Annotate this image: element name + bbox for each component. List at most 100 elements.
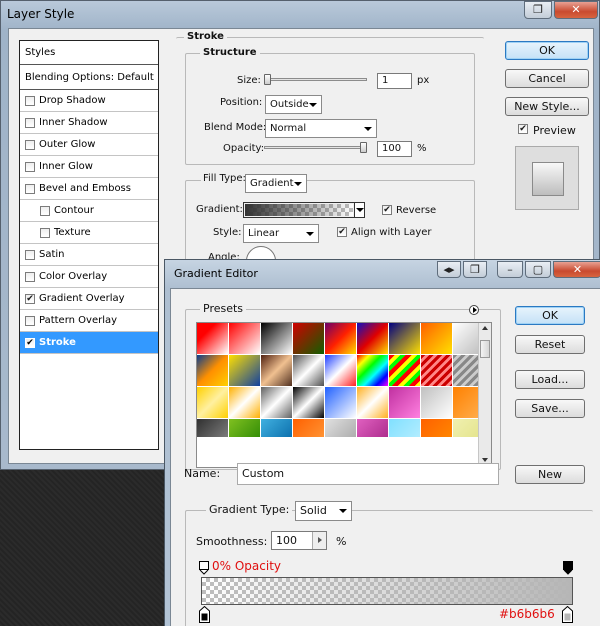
effect-item-pattern-overlay[interactable]: Pattern Overlay [20,310,158,332]
opacity-slider-thumb[interactable] [360,142,367,153]
effect-checkbox[interactable] [25,183,35,194]
blend-mode-select[interactable]: Normal [265,119,377,138]
preset-swatch[interactable] [261,387,293,419]
smoothness-stepper[interactable] [312,532,326,549]
effect-checkbox[interactable] [25,161,35,172]
preset-swatch[interactable] [421,387,453,419]
preset-swatch[interactable] [293,387,325,419]
preset-swatch[interactable] [229,387,261,419]
preset-swatch[interactable] [229,323,261,355]
effect-item-contour[interactable]: Contour [20,200,158,222]
effect-item-drop-shadow[interactable]: Drop Shadow [20,90,158,112]
effect-item-satin[interactable]: Satin [20,244,158,266]
size-slider-thumb[interactable] [264,74,271,85]
preset-swatch[interactable] [389,387,421,419]
preset-swatch[interactable] [357,355,389,387]
preset-swatch[interactable] [421,355,453,387]
size-input[interactable]: 1 [377,73,412,89]
effect-item-stroke[interactable]: ✔ Stroke [20,332,158,354]
ok-button[interactable]: OK [505,41,589,60]
fill-type-select[interactable]: Gradient [245,174,307,193]
preset-swatch[interactable] [197,387,229,419]
style-select[interactable]: Linear [243,224,319,243]
name-input[interactable]: Custom [237,463,499,485]
presets-scrollbar[interactable] [478,323,491,467]
gradient-dropdown-button[interactable] [354,203,364,217]
effect-checkbox[interactable] [25,315,35,326]
save-button[interactable]: Save... [515,399,585,418]
effect-checkbox[interactable] [25,95,35,106]
effect-checkbox[interactable] [25,139,35,150]
gradient-picker[interactable] [243,202,365,218]
preset-swatch[interactable] [261,355,293,387]
preset-swatch[interactable] [389,323,421,355]
align-with-layer-checkbox[interactable]: ✔ [337,227,347,237]
opacity-stop-right[interactable] [563,561,573,575]
preset-swatch[interactable] [229,355,261,387]
preset-swatch[interactable] [197,419,229,437]
new-button[interactable]: New [515,465,585,484]
load-button[interactable]: Load... [515,370,585,389]
preset-swatch[interactable] [357,387,389,419]
styles-header[interactable]: Styles [20,41,158,65]
opacity-slider-track[interactable] [264,146,367,149]
minimize-button[interactable]: – [497,261,523,278]
preset-swatch[interactable] [421,419,453,437]
opacity-stop-left[interactable] [199,561,209,575]
restore-button[interactable]: ❐ [463,261,487,278]
presets-menu-button[interactable] [469,305,479,315]
preset-swatch[interactable] [197,323,229,355]
preset-swatch[interactable] [261,419,293,437]
opacity-input[interactable]: 100 [377,141,412,157]
effect-checkbox[interactable]: ✔ [25,337,35,348]
effect-checkbox[interactable] [40,227,50,238]
effect-item-inner-shadow[interactable]: Inner Shadow [20,112,158,134]
position-select[interactable]: Outside [265,95,322,114]
effect-item-bevel-and-emboss[interactable]: Bevel and Emboss [20,178,158,200]
close-button[interactable]: ✕ [553,261,600,278]
preset-swatch[interactable] [197,355,229,387]
preset-swatch[interactable] [325,387,357,419]
effect-item-inner-glow[interactable]: Inner Glow [20,156,158,178]
size-slider-track[interactable] [264,78,367,81]
preset-swatch[interactable] [261,323,293,355]
effect-checkbox[interactable] [40,205,50,216]
preset-swatch[interactable] [325,419,357,437]
effect-item-outer-glow[interactable]: Outer Glow [20,134,158,156]
scroll-up-icon[interactable] [482,326,488,330]
maximize-button[interactable]: ▢ [525,261,551,278]
color-stop-right[interactable] [562,605,573,623]
effect-checkbox[interactable] [25,271,35,282]
scroll-down-icon[interactable] [482,458,488,462]
effect-checkbox[interactable] [25,117,35,128]
new-style-button[interactable]: New Style... [505,97,589,116]
cancel-button[interactable]: Cancel [505,69,589,88]
preset-swatch[interactable] [325,323,357,355]
effect-item-color-overlay[interactable]: Color Overlay [20,266,158,288]
preset-swatch[interactable] [293,323,325,355]
smoothness-input[interactable]: 100 [271,531,327,550]
reverse-checkbox[interactable]: ✔ [382,205,392,215]
reset-button[interactable]: Reset [515,335,585,354]
effect-item-gradient-overlay[interactable]: ✔ Gradient Overlay [20,288,158,310]
gradient-bar[interactable] [201,577,573,605]
collapse-button[interactable]: ◂▸ [437,261,461,278]
window-restore-button[interactable]: ❐ [524,1,552,19]
preset-swatch[interactable] [357,419,389,437]
preset-swatch[interactable] [229,419,261,437]
ge-ok-button[interactable]: OK [515,306,585,325]
preset-swatch[interactable] [389,355,421,387]
blending-options-item[interactable]: Blending Options: Default [20,65,158,90]
preset-swatch[interactable] [389,419,421,437]
preset-swatch[interactable] [357,323,389,355]
preset-swatch[interactable] [293,419,325,437]
effect-checkbox[interactable]: ✔ [25,293,35,304]
preset-swatch[interactable] [293,355,325,387]
preset-swatch[interactable] [325,355,357,387]
window-close-button[interactable]: ✕ [554,1,598,19]
effect-checkbox[interactable] [25,249,35,260]
effect-item-texture[interactable]: Texture [20,222,158,244]
gradient-type-select[interactable]: Solid [295,501,352,521]
preset-swatch[interactable] [421,323,453,355]
scroll-thumb[interactable] [480,340,490,358]
